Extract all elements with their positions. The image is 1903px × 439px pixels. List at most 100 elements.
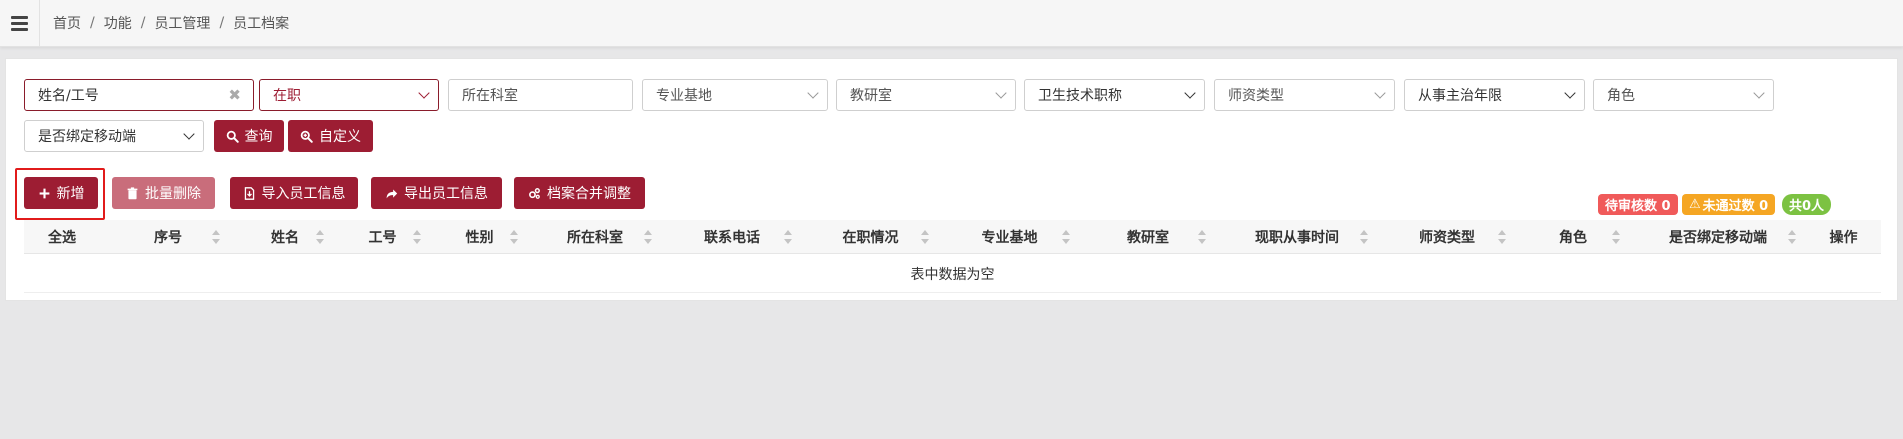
- clear-icon[interactable]: ✖: [228, 86, 241, 104]
- mobile-bound-select[interactable]: 是否绑定移动端: [24, 120, 204, 152]
- chevron-down-icon: [995, 87, 1007, 99]
- breadcrumb-separator: /: [90, 15, 95, 31]
- chevron-down-icon: [183, 128, 195, 140]
- column-label: 姓名: [271, 230, 299, 246]
- teacher-type-select[interactable]: 师资类型: [1214, 79, 1395, 111]
- column-header-index[interactable]: 序号: [100, 220, 236, 254]
- batch-delete-button[interactable]: 批量删除: [112, 177, 215, 209]
- total-count-badge: 共0人: [1782, 194, 1832, 215]
- role-select[interactable]: 角色: [1593, 79, 1774, 111]
- attending-years-select[interactable]: 从事主治年限: [1404, 79, 1585, 111]
- export-button-label: 导出员工信息: [404, 186, 488, 202]
- column-header-mobile-bound[interactable]: 是否绑定移动端: [1630, 220, 1806, 254]
- mobile-bound-value: 是否绑定移动端: [38, 129, 136, 145]
- trash-icon: [127, 186, 138, 199]
- pending-count-badge: 待审核数 0: [1598, 194, 1678, 215]
- merge-button-label: 档案合并调整: [547, 186, 631, 202]
- breadcrumb-separator: /: [219, 15, 225, 31]
- column-label: 全选: [48, 230, 76, 246]
- chevron-down-icon: [1564, 87, 1576, 99]
- column-label: 师资类型: [1419, 230, 1475, 246]
- query-button[interactable]: 查询: [214, 120, 284, 152]
- sort-icon: [1612, 230, 1620, 244]
- department-input[interactable]: 所在科室: [448, 79, 633, 111]
- breadcrumb-staff-archive: 员工档案: [233, 16, 290, 32]
- column-header-current-duration[interactable]: 现职从事时间: [1216, 220, 1378, 254]
- import-button-label: 导入员工信息: [261, 186, 346, 202]
- specialty-base-value: 专业基地: [656, 88, 712, 104]
- search-icon: [226, 130, 239, 143]
- teaching-office-select[interactable]: 教研室: [836, 79, 1016, 111]
- add-button-label: 新增: [56, 186, 85, 202]
- merge-button[interactable]: 档案合并调整: [514, 177, 645, 209]
- column-label: 专业基地: [981, 230, 1038, 246]
- column-header-teaching-office[interactable]: 教研室: [1080, 220, 1216, 254]
- column-header-phone[interactable]: 联系电话: [662, 220, 802, 254]
- sort-icon: [1062, 230, 1070, 244]
- breadcrumb-home[interactable]: 首页: [53, 13, 81, 33]
- column-label: 所在科室: [567, 230, 623, 246]
- department-placeholder: 所在科室: [462, 88, 518, 104]
- gears-icon: [529, 187, 540, 199]
- column-header-employment-status[interactable]: 在职情况: [802, 220, 939, 254]
- column-label: 现职从事时间: [1255, 230, 1339, 246]
- hamburger-icon: [11, 16, 28, 31]
- breadcrumb-separator: /: [140, 15, 146, 31]
- import-button[interactable]: 导入员工信息: [230, 177, 358, 209]
- breadcrumb-staff-management[interactable]: 员工管理: [154, 13, 210, 33]
- sort-icon: [316, 230, 324, 244]
- chevron-down-icon: [1184, 87, 1196, 99]
- rejected-count-label: 未通过数 0: [1702, 199, 1769, 214]
- column-header-specialty-base[interactable]: 专业基地: [939, 220, 1080, 254]
- column-header-actions: 操作: [1806, 220, 1881, 254]
- rejected-count-badge: ⚠ 未通过数 0: [1682, 194, 1776, 215]
- health-tech-title-select[interactable]: 卫生技术职称: [1024, 79, 1205, 111]
- warning-icon: ⚠: [1689, 197, 1701, 212]
- specialty-base-select[interactable]: 专业基地: [642, 79, 828, 111]
- teaching-office-value: 教研室: [850, 88, 892, 104]
- chevron-down-icon: [1753, 87, 1765, 99]
- column-label: 是否绑定移动端: [1669, 230, 1767, 246]
- empty-table-text: 表中数据为空: [910, 266, 995, 283]
- attending-years-value: 从事主治年限: [1418, 88, 1502, 104]
- column-header-gender[interactable]: 性别: [431, 220, 528, 254]
- name-or-id-value: 姓名/工号: [38, 88, 99, 104]
- column-label: 教研室: [1127, 230, 1169, 246]
- teacher-type-value: 师资类型: [1228, 88, 1284, 104]
- employment-status-select[interactable]: 在职: [259, 79, 439, 111]
- role-value: 角色: [1607, 88, 1635, 104]
- name-or-id-input[interactable]: 姓名/工号 ✖: [24, 79, 254, 111]
- table-header: 全选 序号 姓名 工号 性别 所在科室 联系电话 在职情况 专业基地 教研室 现…: [24, 220, 1881, 254]
- batch-delete-button-label: 批量删除: [145, 186, 201, 202]
- column-header-teacher-type[interactable]: 师资类型: [1378, 220, 1516, 254]
- column-header-name[interactable]: 姓名: [236, 220, 334, 254]
- column-header-department[interactable]: 所在科室: [528, 220, 662, 254]
- custom-button-label: 自定义: [319, 129, 361, 145]
- sort-icon: [1788, 230, 1796, 244]
- export-button[interactable]: 导出员工信息: [371, 177, 502, 209]
- column-label: 联系电话: [704, 230, 760, 246]
- empty-table-message: 表中数据为空: [24, 255, 1881, 293]
- employment-status-value: 在职: [273, 88, 301, 104]
- zoom-plus-icon: [300, 130, 313, 143]
- chevron-down-icon: [418, 87, 430, 99]
- column-label: 在职情况: [842, 230, 899, 246]
- column-label: 序号: [154, 230, 182, 246]
- column-header-role[interactable]: 角色: [1516, 220, 1630, 254]
- custom-button[interactable]: 自定义: [288, 120, 373, 152]
- column-header-employee-id[interactable]: 工号: [334, 220, 431, 254]
- sort-icon: [644, 230, 652, 244]
- sort-icon: [784, 230, 792, 244]
- column-label: 操作: [1829, 230, 1858, 246]
- sort-icon: [510, 230, 518, 244]
- column-label: 角色: [1559, 230, 1587, 246]
- chevron-down-icon: [807, 87, 819, 99]
- add-button[interactable]: 新增: [24, 177, 98, 209]
- menu-toggle-button[interactable]: [0, 0, 40, 47]
- breadcrumb-function[interactable]: 功能: [104, 13, 132, 33]
- total-count-label: 共0人: [1789, 199, 1825, 214]
- column-header-select-all[interactable]: 全选: [24, 220, 100, 254]
- file-import-icon: [244, 186, 254, 200]
- column-label: 性别: [465, 230, 494, 246]
- breadcrumb: 首页 / 功能 / 员工管理 / 员工档案: [53, 13, 289, 33]
